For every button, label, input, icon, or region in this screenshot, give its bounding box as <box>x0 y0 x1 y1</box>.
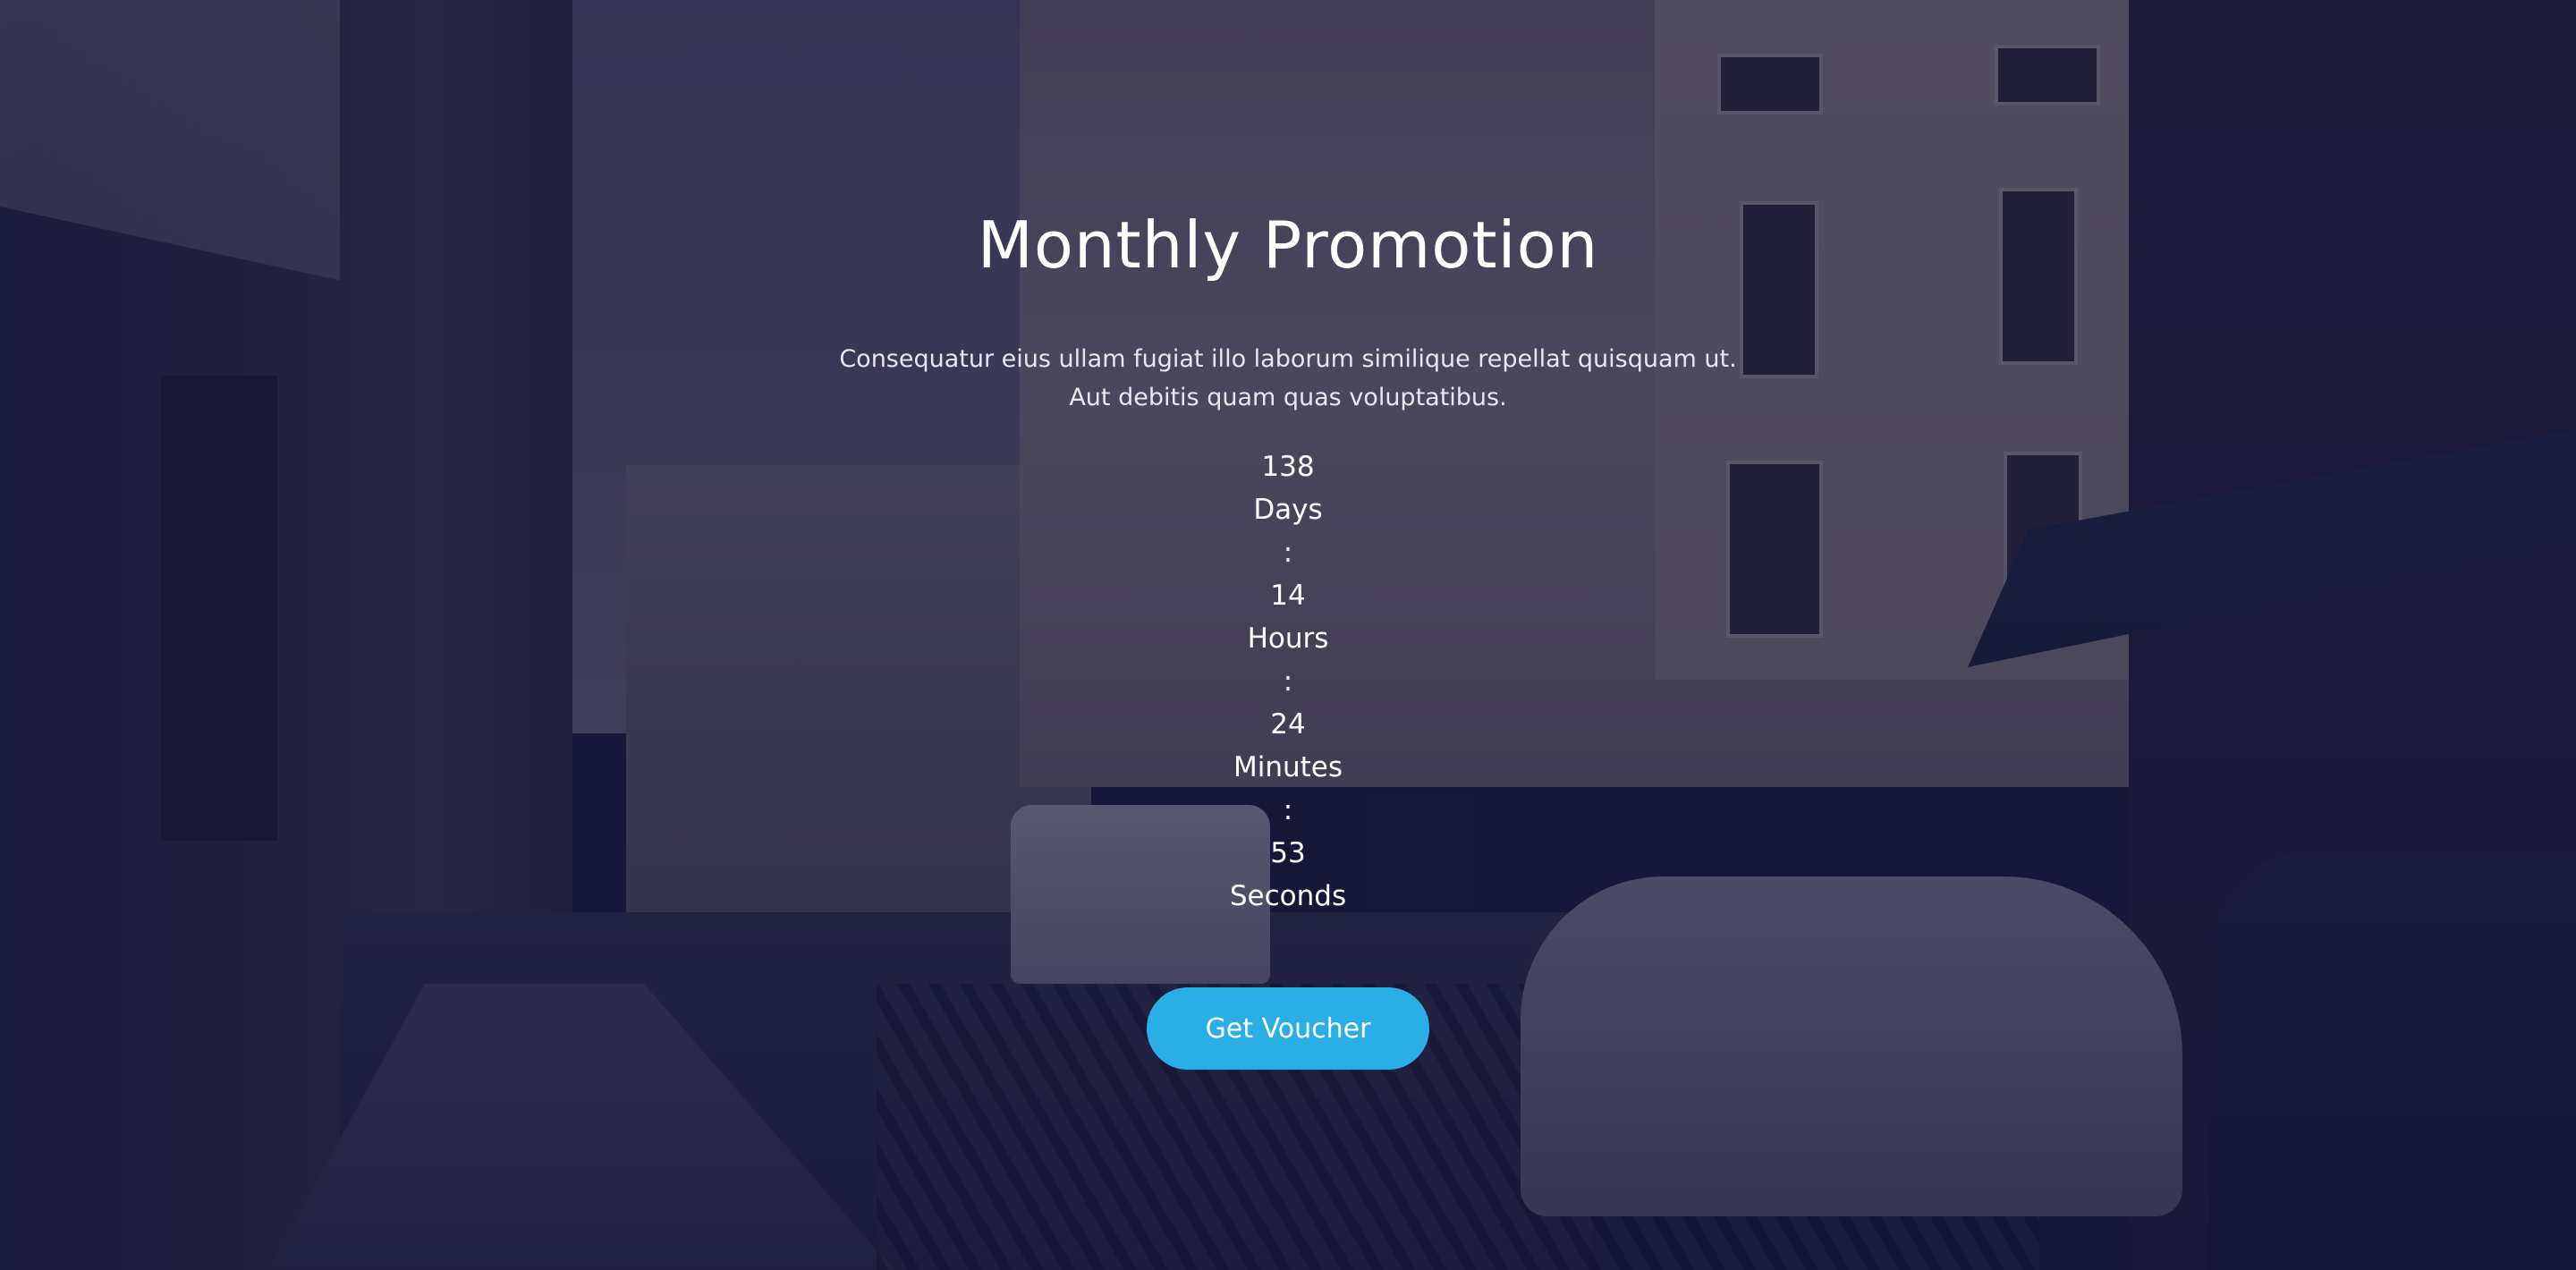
description-line: Consequatur eius ullam fugiat illo labor… <box>839 345 1737 373</box>
countdown-hours-label: Hours <box>1247 622 1329 655</box>
countdown-hours-value: 14 <box>1270 580 1306 612</box>
get-voucher-button[interactable]: Get Voucher <box>1147 987 1429 1070</box>
countdown-separator: : <box>1283 537 1293 569</box>
countdown-seconds-value: 53 <box>1270 837 1306 869</box>
countdown-seconds-label: Seconds <box>1229 880 1347 912</box>
countdown-minutes-label: Minutes <box>1233 751 1343 783</box>
promotion-title: Monthly Promotion <box>977 207 1599 283</box>
countdown-separator: : <box>1283 794 1293 826</box>
countdown-timer: 138 Days : 14 Hours : 24 Minutes : 53 Se… <box>0 445 2576 918</box>
promotion-description: Consequatur eius ullam fugiat illo labor… <box>805 340 1771 417</box>
description-line: Aut debitis quam quas voluptatibus. <box>1069 384 1507 411</box>
countdown-separator: : <box>1283 665 1293 698</box>
countdown-minutes-value: 24 <box>1270 708 1306 741</box>
countdown-days-value: 138 <box>1261 451 1315 483</box>
countdown-days-label: Days <box>1253 494 1323 526</box>
promotion-hero: Monthly Promotion Consequatur eius ullam… <box>0 0 2576 1270</box>
